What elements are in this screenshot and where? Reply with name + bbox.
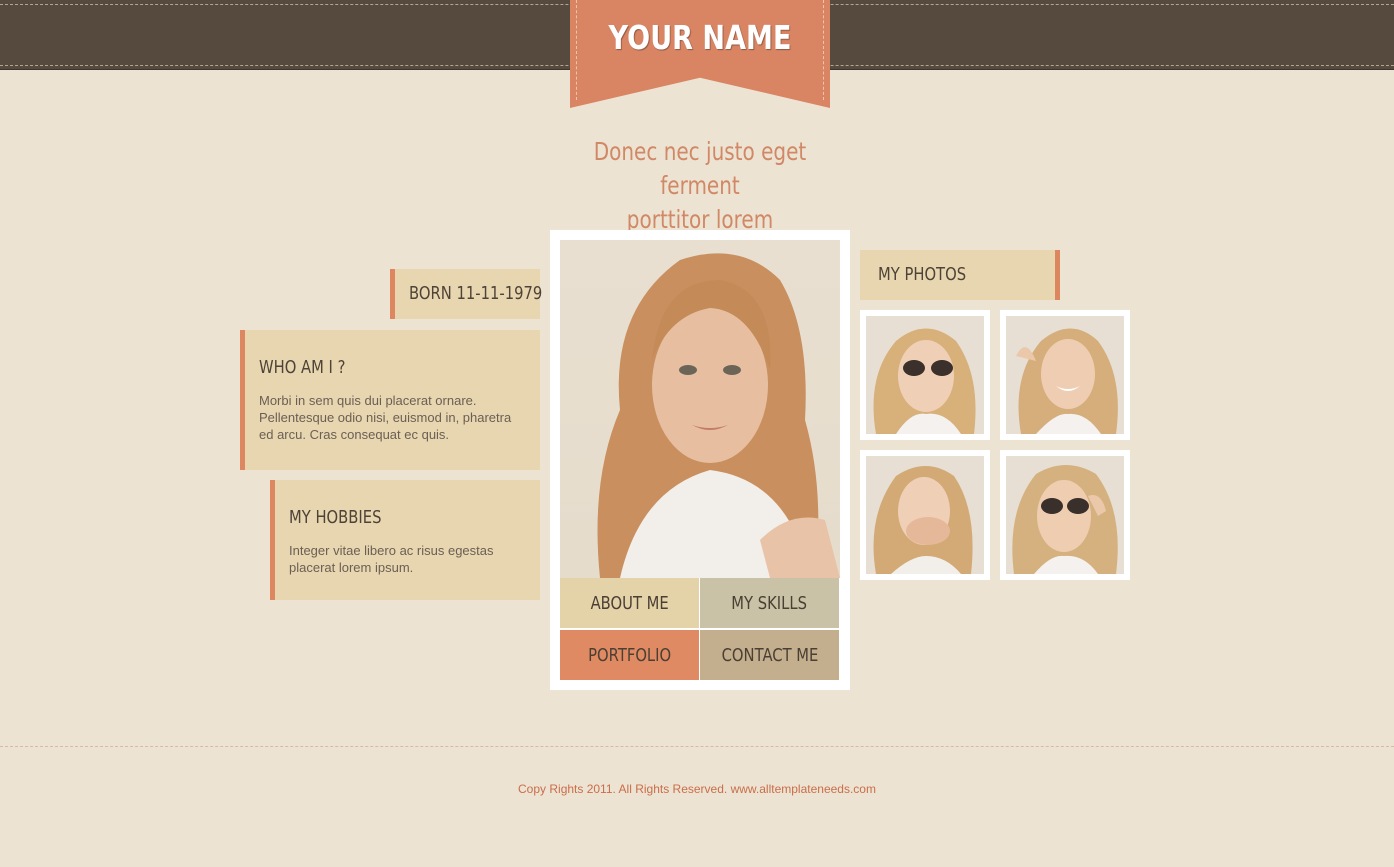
nav-portfolio-label: PORTFOLIO [587, 644, 672, 666]
photo-image-3 [866, 456, 984, 574]
photo-image-1 [866, 316, 984, 434]
photo-thumbnail-3[interactable] [860, 450, 990, 580]
profile-card: ABOUT ME MY SKILLS PORTFOLIO CONTACT ME [550, 230, 850, 690]
footer-copyright: Copy Rights 2011. All Rights Reserved. w… [518, 782, 876, 796]
site-name: YOUR NAME [608, 18, 792, 57]
my-photos-header: MY PHOTOS [860, 250, 1060, 300]
ribbon-stitch-right [823, 0, 824, 100]
hobbies-text: Integer vitae libero ac risus egestas pl… [289, 543, 494, 575]
footer-divider [0, 746, 1394, 747]
tagline-line-1: Donec nec justo eget ferment [593, 137, 807, 200]
born-tag: BORN 11-11-1979 [390, 269, 543, 319]
photo-image-2 [1006, 316, 1124, 434]
my-photos-title: MY PHOTOS [878, 264, 967, 285]
photo-art-2 [1016, 328, 1118, 434]
nav-about-me[interactable]: ABOUT ME [560, 578, 699, 628]
who-am-i-panel: WHO AM I ? Morbi in sem quis dui placera… [240, 330, 540, 470]
nav-about-me-label: ABOUT ME [590, 592, 669, 614]
photo-art-3 [873, 466, 973, 574]
nav-contact-me-label: CONTACT ME [721, 644, 818, 666]
profile-photo [560, 240, 840, 578]
nav-my-skills[interactable]: MY SKILLS [700, 578, 839, 628]
photo-thumbnail-1[interactable] [860, 310, 990, 440]
photo-thumbnail-4[interactable] [1000, 450, 1130, 580]
nav-my-skills-label: MY SKILLS [731, 592, 808, 614]
photo-art-4 [1012, 465, 1118, 574]
main-navigation: ABOUT ME MY SKILLS PORTFOLIO CONTACT ME [560, 578, 840, 680]
tagline: Donec nec justo eget ferment porttitor l… [578, 135, 823, 237]
nav-portfolio[interactable]: PORTFOLIO [560, 630, 699, 680]
photo-thumbnail-2[interactable] [1000, 310, 1130, 440]
born-label: BORN 11-11-1979 [409, 283, 543, 304]
nav-contact-me[interactable]: CONTACT ME [700, 630, 839, 680]
ribbon-stitch-left [576, 0, 577, 100]
photo-art-1 [873, 328, 976, 434]
profile-photo-art [597, 253, 840, 578]
who-am-i-title: WHO AM I ? [259, 357, 346, 378]
hobbies-panel: MY HOBBIES Integer vitae libero ac risus… [270, 480, 540, 600]
name-ribbon: YOUR NAME [570, 0, 830, 108]
hobbies-title: MY HOBBIES [289, 507, 382, 528]
who-am-i-text: Morbi in sem quis dui placerat ornare. P… [259, 393, 512, 442]
photo-image-4 [1006, 456, 1124, 574]
